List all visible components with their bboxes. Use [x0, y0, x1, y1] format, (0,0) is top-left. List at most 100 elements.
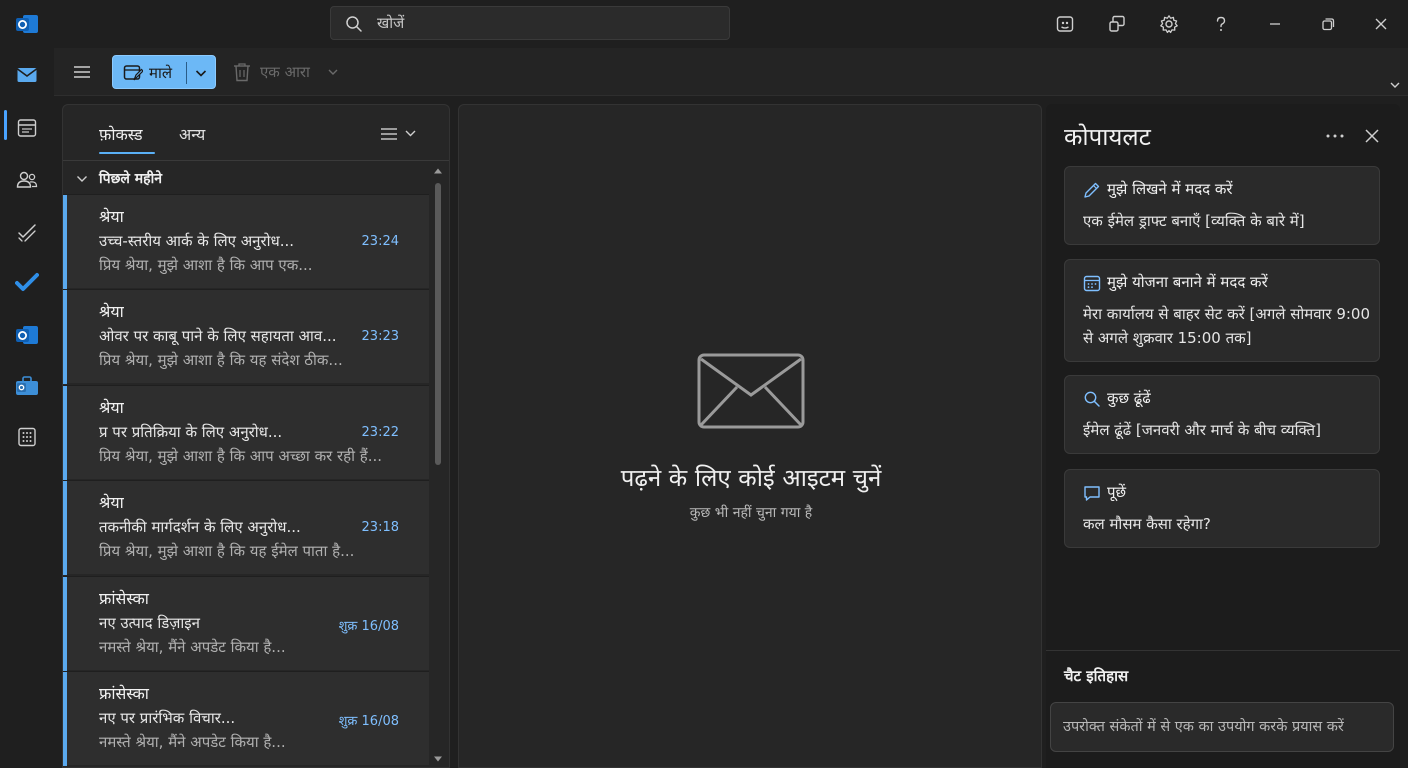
- minimize-button[interactable]: [1261, 10, 1289, 38]
- rail-todo[interactable]: [10, 266, 44, 300]
- more-options-button[interactable]: [1324, 126, 1346, 146]
- close-icon: [1365, 129, 1379, 143]
- prompt-card-plan[interactable]: मुझे योजना बनाने में मदद करें मेरा कार्य…: [1064, 259, 1380, 362]
- message-subject: उच्च-स्तरीय आर्क के लिए अनुरोध...: [99, 232, 295, 250]
- empty-state-title: पढ़ने के लिए कोई आइटम चुनें: [620, 464, 882, 492]
- rail-mail[interactable]: [10, 58, 44, 92]
- outlook-logo-icon: [14, 11, 40, 37]
- close-window-button[interactable]: [1367, 10, 1395, 38]
- rail-teams[interactable]: [10, 369, 44, 403]
- briefcase-icon: [16, 376, 38, 395]
- message-list-panel: फ़ोकस्ड अन्य पिछले महीने श्रेया उच्च-स्त…: [62, 104, 450, 768]
- mail-icon: [17, 68, 37, 82]
- chevron-down-icon: [326, 65, 340, 79]
- divider: [1046, 650, 1400, 651]
- message-item[interactable]: श्रेया ओवर पर काबू पाने के लिए सहायता आव…: [63, 289, 429, 384]
- message-item[interactable]: श्रेया प्र पर प्रतिक्रिया के लिए अनुरोध.…: [63, 385, 429, 480]
- delete-button[interactable]: एक आरा: [232, 60, 352, 84]
- message-time: 23:18: [361, 520, 399, 535]
- message-subject: ओवर पर काबू पाने के लिए सहायता आव...: [99, 327, 337, 345]
- message-sender: श्रेया: [99, 302, 124, 321]
- new-mail-label: माले: [149, 64, 173, 82]
- message-preview: नमस्ते श्रेया, मैंने अपडेट किया है...: [99, 733, 286, 751]
- new-mail-button[interactable]: माले: [112, 55, 216, 89]
- scroll-up-icon: [434, 168, 442, 174]
- message-time: शुक्र 16/08: [338, 619, 399, 634]
- message-item[interactable]: फ्रांसेस्का नए उत्पाद डिज़ाइन शुक्र 16/0…: [63, 576, 429, 671]
- chat-icon: [1083, 484, 1101, 502]
- message-sender: फ्रांसेस्का: [99, 589, 149, 608]
- message-preview: प्रिय श्रेया, मुझे आशा है कि यह संदेश ठी…: [99, 351, 343, 369]
- prompt-card-body: मेरा कार्यालय से बाहर सेट करें [अगले सोम…: [1083, 305, 1371, 347]
- message-preview: प्रिय श्रेया, मुझे आशा है कि यह ईमेल पात…: [99, 542, 355, 560]
- trash-icon: [232, 61, 252, 83]
- message-item[interactable]: फ्रांसेस्का नए पर प्रारंभिक विचार... शुक…: [63, 671, 429, 766]
- prompt-card-heading: मुझे योजना बनाने में मदद करें: [1107, 273, 1268, 291]
- rail-outlook[interactable]: [10, 318, 44, 352]
- people-icon: [16, 171, 38, 188]
- rail-more-apps[interactable]: [10, 420, 44, 454]
- scroll-down-icon: [434, 756, 442, 762]
- menu-toggle-button[interactable]: [70, 60, 94, 84]
- outlook-icon: [16, 326, 38, 344]
- envelope-icon: [697, 353, 805, 429]
- chat-history-heading: चैट इतिहास: [1064, 667, 1129, 685]
- expand-ribbon-button[interactable]: [1388, 78, 1402, 92]
- group-header[interactable]: पिछले महीने: [63, 162, 433, 194]
- message-time: शुक्र 16/08: [338, 714, 399, 729]
- message-sender: श्रेया: [99, 207, 124, 226]
- prompt-card-heading: कुछ ढूंढें: [1107, 389, 1151, 407]
- compose-icon: [123, 64, 143, 82]
- filter-button[interactable]: [379, 123, 423, 145]
- scroll-thumb[interactable]: [435, 183, 441, 465]
- unread-indicator: [63, 577, 67, 671]
- list-scrollbar[interactable]: [431, 167, 445, 767]
- copilot-prompt-input[interactable]: [1050, 702, 1394, 752]
- delete-label: एक आरा: [260, 63, 310, 81]
- message-subject: तकनीकी मार्गदर्शन के लिए अनुरोध...: [99, 518, 301, 536]
- prompt-card-write[interactable]: मुझे लिखने में मदद करें एक ईमेल ड्राफ्ट …: [1064, 166, 1380, 245]
- minimize-icon: [1270, 23, 1280, 25]
- rail-people[interactable]: [10, 163, 44, 197]
- restore-icon: [1322, 18, 1335, 31]
- tab-other[interactable]: अन्य: [179, 123, 205, 145]
- calendar-icon: [1083, 274, 1101, 292]
- view-switch-button[interactable]: [1103, 10, 1131, 38]
- unread-indicator: [63, 386, 67, 480]
- prompt-card-heading: पूछें: [1107, 483, 1127, 501]
- meet-now-button[interactable]: [1051, 10, 1079, 38]
- message-sender: फ्रांसेस्का: [99, 684, 149, 703]
- tab-focused[interactable]: फ़ोकस्ड: [99, 123, 143, 145]
- restore-button[interactable]: [1314, 10, 1342, 38]
- settings-button[interactable]: [1155, 10, 1183, 38]
- message-item[interactable]: श्रेया तकनीकी मार्गदर्शन के लिए अनुरोध..…: [63, 480, 429, 575]
- devices-icon: [1109, 15, 1125, 32]
- chevron-down-icon[interactable]: [193, 65, 209, 81]
- message-subject: नए उत्पाद डिज़ाइन: [99, 614, 200, 632]
- pencil-icon: [1083, 181, 1101, 199]
- prompt-card-ask[interactable]: पूछें कल मौसम कैसा रहेगा?: [1064, 469, 1380, 548]
- todo-check-icon: [15, 273, 39, 291]
- close-icon: [1375, 18, 1387, 30]
- message-item[interactable]: श्रेया उच्च-स्तरीय आर्क के लिए अनुरोध...…: [63, 194, 429, 289]
- title-bar: [0, 0, 1408, 48]
- help-button[interactable]: [1207, 10, 1235, 38]
- app-rail: [0, 48, 54, 768]
- question-icon: [1216, 16, 1226, 31]
- rail-tasks[interactable]: [10, 215, 44, 249]
- filter-icon: [381, 128, 416, 140]
- copilot-pane: कोपायलट मुझे लिखने में मदद करें एक ईमेल …: [1046, 104, 1400, 768]
- calendar-icon: [17, 119, 37, 137]
- video-icon: [1056, 16, 1074, 32]
- reading-pane: पढ़ने के लिए कोई आइटम चुनें कुछ भी नहीं …: [458, 104, 1042, 768]
- search-input[interactable]: [377, 12, 717, 34]
- prompt-card-find[interactable]: कुछ ढूंढें ईमेल ढूंढें [जनवरी और मार्च क…: [1064, 375, 1380, 454]
- prompt-card-body: कल मौसम कैसा रहेगा?: [1083, 515, 1211, 533]
- checklist-icon: [18, 224, 36, 242]
- rail-calendar[interactable]: [10, 111, 44, 145]
- message-preview: नमस्ते श्रेया, मैंने अपडेट किया है...: [99, 638, 286, 656]
- close-copilot-button[interactable]: [1362, 126, 1382, 146]
- search-box[interactable]: [330, 6, 730, 40]
- message-time: 23:23: [361, 329, 399, 344]
- message-subject: नए पर प्रारंभिक विचार...: [99, 709, 236, 727]
